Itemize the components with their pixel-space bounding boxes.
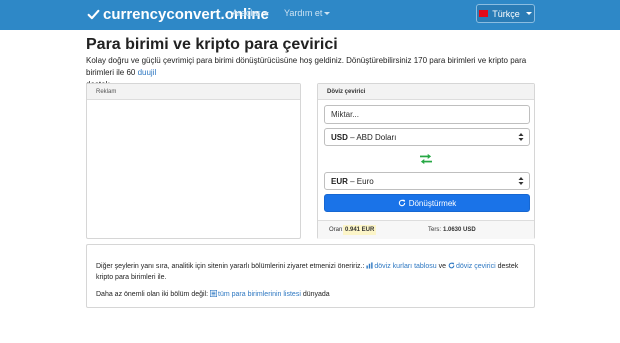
info-paragraph-2: Daha az önemli olan iki bölüm değil: tüm… — [96, 289, 525, 300]
menu-tools-label: Araçlar — [232, 8, 261, 18]
menu-tools[interactable]: Araçlar — [232, 8, 269, 18]
converter-link[interactable]: döviz çevirici — [448, 262, 496, 270]
to-currency-select[interactable]: EUR – Euro — [324, 172, 530, 190]
ad-panel: Reklam — [86, 83, 301, 239]
amount-input[interactable] — [324, 105, 530, 124]
convert-button-label: Dönüştürmek — [408, 198, 457, 208]
info-p2-end: dünyada — [302, 291, 330, 298]
convert-button[interactable]: Dönüştürmek — [324, 194, 530, 212]
info-panel: Diğer şeylerin yanı sıra, analitik için … — [86, 244, 535, 308]
check-icon — [87, 9, 100, 19]
caret-down-icon — [262, 12, 269, 16]
info-p1-and: ve — [438, 263, 447, 270]
inverse-value: 1.0630 USD — [443, 227, 476, 233]
language-label: Türkçe — [492, 8, 520, 19]
all-currencies-link[interactable]: tüm para birimlerinin listesi — [210, 290, 301, 298]
from-currency-name: – ABD Doları — [347, 133, 397, 142]
to-currency-code: EUR — [331, 177, 348, 186]
converter-link-label: döviz çevirici — [455, 263, 496, 270]
converter-panel: Döviz çevirici USD – ABD Doları EUR – Eu… — [317, 83, 535, 239]
inverse-label: Ters: — [428, 227, 442, 233]
menu-help[interactable]: Yardım et — [284, 8, 331, 18]
caret-down-icon — [324, 12, 331, 16]
turkey-flag-icon — [479, 10, 489, 17]
refresh-icon — [398, 199, 405, 207]
info-p1-text: Diğer şeylerin yanı sıra, analitik için … — [96, 263, 365, 270]
rates-table-link-label: döviz kurları tablosu — [374, 263, 437, 270]
rate-label: Oran: — [329, 227, 345, 233]
select-arrows-icon — [518, 133, 524, 141]
all-currencies-link-label: tüm para birimlerinin listesi — [218, 291, 301, 298]
from-currency-select[interactable]: USD – ABD Doları — [324, 128, 530, 146]
info-p2-text: Daha az önemli olan iki bölüm değil: — [96, 291, 209, 298]
to-currency-name: – Euro — [347, 177, 374, 186]
ad-panel-heading: Reklam — [87, 84, 300, 100]
swap-arrows-icon[interactable] — [419, 153, 433, 165]
rates-table-link[interactable]: döviz kurları tablosu — [366, 262, 437, 270]
refresh-icon — [448, 262, 455, 269]
rate-value: 0.941 EUR — [343, 225, 377, 235]
info-paragraph-1: Diğer şeylerin yanı sıra, analitik için … — [96, 261, 525, 283]
rate-footer: Oran: 0.941 EUR Ters: 1.0630 USD — [318, 220, 534, 239]
select-arrows-icon — [518, 177, 524, 185]
intro-link[interactable]: duujil — [138, 68, 157, 77]
caret-down-icon — [525, 12, 532, 15]
page-title: Para birimi ve kripto para çevirici — [86, 36, 338, 53]
from-currency-code: USD — [331, 133, 348, 142]
top-navbar: currencyconvert.online Araçlar Yardım et… — [0, 0, 620, 30]
chart-icon — [366, 262, 373, 269]
language-dropdown[interactable]: Türkçe — [476, 4, 535, 23]
menu-help-label: Yardım et — [284, 8, 323, 18]
list-icon — [210, 290, 218, 297]
converter-heading: Döviz çevirici — [318, 84, 534, 100]
